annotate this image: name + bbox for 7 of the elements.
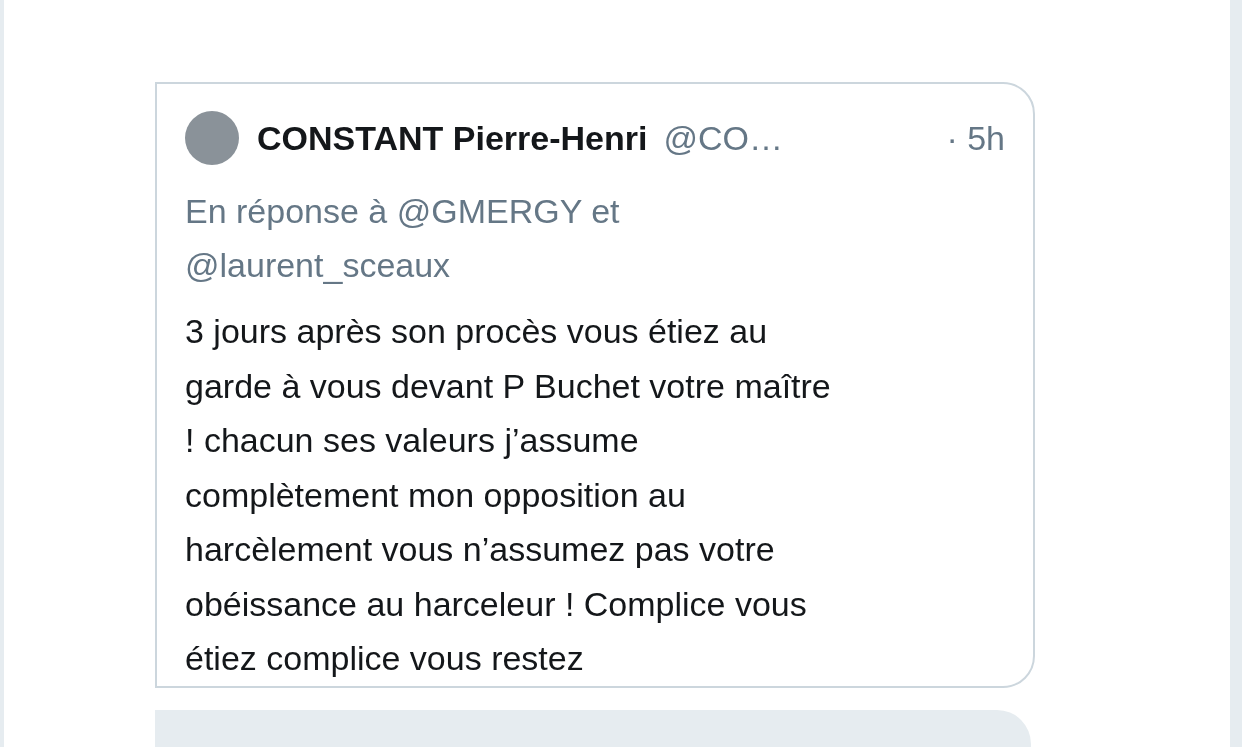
reply-to-text: En réponse à @GMERGY et @laurent_sceaux	[185, 191, 621, 286]
author-name: CONSTANT Pierre-Henri	[257, 118, 648, 158]
quoted-tweet-card[interactable]	[155, 82, 1035, 688]
author-handle: @CO…	[663, 118, 784, 158]
tweet-time: · 5h	[946, 118, 1005, 158]
avatar	[185, 111, 239, 165]
tweet-text: 3 jours après son procès vous étiez au garde à vous devant P Buchet votre maître ! chacun ses valeurs j’assume complètement mon opposition au harcèlement vous n’assumez pas votre obéissance au harceleur ! Complice vous étiez complice vous restez	[185, 311, 832, 679]
